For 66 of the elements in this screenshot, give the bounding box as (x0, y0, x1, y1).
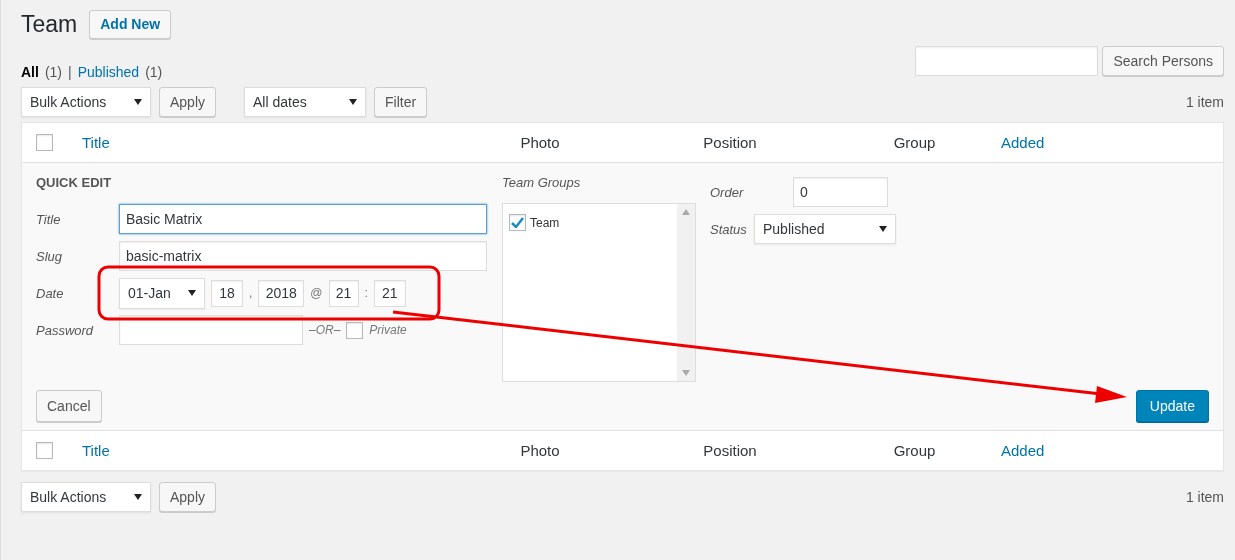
private-label: Private (369, 323, 407, 337)
field-label: Status (710, 221, 748, 237)
filter-button[interactable]: Filter (374, 87, 428, 117)
password-field[interactable] (119, 315, 303, 345)
column-header[interactable]: Added (1001, 134, 1045, 151)
title-field[interactable]: Basic Matrix (119, 204, 487, 234)
date-separator: , (249, 286, 253, 300)
status-dropdown[interactable]: Published (754, 214, 896, 244)
update-button[interactable]: Update (1135, 390, 1209, 422)
column-header[interactable]: Photo (520, 134, 560, 151)
date-separator: @ (310, 286, 323, 300)
field-label: Order (710, 184, 745, 200)
caret-icon (134, 494, 142, 500)
hour-field[interactable]: 21 (328, 279, 359, 307)
view-count: (1) (145, 64, 163, 80)
bulk-actions-dropdown[interactable]: Bulk Actions (21, 482, 151, 512)
checkmark-icon (511, 217, 524, 228)
private-checkbox[interactable] (346, 321, 364, 339)
page-title: Team (21, 10, 78, 38)
column-header[interactable]: Group (893, 134, 936, 151)
caret-icon (188, 290, 196, 296)
minute-field[interactable]: 21 (373, 279, 406, 307)
select-all-checkbox[interactable] (36, 134, 53, 151)
apply-button[interactable]: Apply (159, 87, 217, 117)
team-groups-label: Team Groups (502, 175, 582, 190)
separator: | (68, 64, 72, 80)
search-field[interactable] (915, 46, 1099, 76)
view-count: (1) (44, 64, 62, 80)
view-link[interactable]: All (21, 64, 39, 80)
add-new-button[interactable]: Add New (89, 9, 172, 39)
caret-icon (879, 226, 887, 232)
scrollbar[interactable] (677, 204, 695, 381)
field-label: Title (36, 211, 62, 227)
order-field[interactable]: 0 (793, 177, 888, 207)
column-header[interactable]: Added (1001, 442, 1045, 459)
field-label: Password (36, 322, 95, 338)
year-field[interactable]: 2018 (258, 279, 305, 307)
item-count: 1 item (1185, 489, 1224, 505)
caret-icon (134, 99, 142, 105)
month-dropdown[interactable]: 01-Jan (119, 277, 205, 309)
scroll-down-icon[interactable] (682, 370, 690, 376)
select-all-checkbox[interactable] (36, 442, 53, 459)
group-label: Team (530, 215, 560, 230)
apply-button[interactable]: Apply (159, 482, 217, 512)
column-header[interactable]: Title (82, 134, 110, 151)
slug-field[interactable]: basic-matrix (119, 241, 487, 271)
caret-icon (349, 99, 358, 105)
scroll-up-icon[interactable] (682, 209, 690, 215)
date-separator: : (364, 286, 368, 300)
cancel-button[interactable]: Cancel (36, 390, 102, 422)
quick-edit-heading: QUICK EDIT (36, 175, 113, 192)
column-header[interactable]: Group (893, 442, 936, 459)
group-checkbox[interactable] (509, 214, 526, 231)
column-header[interactable]: Position (703, 442, 757, 459)
item-count: 1 item (1185, 94, 1224, 110)
column-header[interactable]: Position (703, 134, 757, 151)
field-label: Slug (36, 248, 64, 264)
view-link[interactable]: Published (77, 64, 140, 80)
date-filter-dropdown[interactable]: All dates (244, 87, 367, 117)
column-header[interactable]: Title (82, 442, 110, 459)
column-header[interactable]: Photo (520, 442, 560, 459)
day-field[interactable]: 18 (211, 279, 243, 307)
or-text: –OR– (309, 323, 341, 337)
search-button[interactable]: Search Persons (1102, 46, 1224, 76)
field-label: Date (36, 285, 65, 301)
bulk-actions-dropdown[interactable]: Bulk Actions (21, 87, 151, 117)
